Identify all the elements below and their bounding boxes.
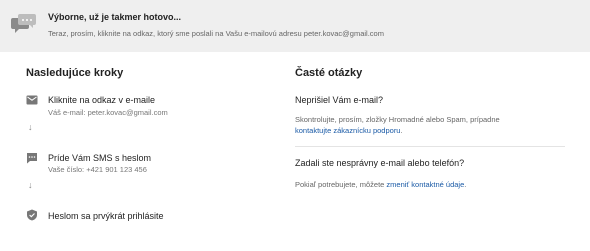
sms-icon — [27, 153, 37, 164]
shield-check-icon — [27, 209, 37, 221]
faq-divider — [295, 146, 565, 147]
step-arrow-down-icon: ↓ — [28, 180, 33, 190]
change-contact-details-link[interactable]: zmeniť kontaktné údaje — [386, 180, 464, 189]
confirmation-banner: Výborne, už je takmer hotovo... Teraz, p… — [0, 0, 590, 52]
step-2-subtitle: Vaše číslo: +421 901 123 456 — [48, 165, 147, 174]
step-3-title: Heslom sa prvýkrát prihlásite — [48, 211, 164, 221]
contact-support-link[interactable]: kontaktujte zákaznícku podporu — [295, 126, 400, 135]
faq-heading: Časté otázky — [295, 67, 363, 79]
faq-answer-2: Pokiaľ potrebujete, môžete zmeniť kontak… — [295, 180, 466, 189]
faq-answer-1-period: . — [400, 126, 403, 135]
next-steps-heading: Nasledujúce kroky — [26, 67, 124, 79]
banner-title: Výborne, už je takmer hotovo... — [48, 12, 182, 22]
faq-answer-1-line2: kontaktujte zákaznícku podporu. — [295, 126, 403, 135]
email-icon — [26, 95, 38, 105]
banner-text: Teraz, prosím, kliknite na odkaz, ktorý … — [48, 29, 384, 38]
step-1-subtitle: Váš e-mail: peter.kovac@gmail.com — [48, 108, 168, 117]
faq-question-2: Zadali ste nesprávny e-mail alebo telefó… — [295, 158, 465, 168]
step-arrow-down-icon: ↓ — [28, 122, 33, 132]
faq-answer-1-text: Skontrolujte, prosím, zložky Hromadné al… — [295, 115, 500, 124]
step-1-title: Kliknite na odkaz v e-maile — [48, 95, 156, 105]
faq-question-1: Neprišiel Vám e-mail? — [295, 95, 384, 105]
faq-answer-2-period: . — [464, 180, 467, 189]
step-2-title: Príde Vám SMS s heslom — [48, 153, 152, 163]
chat-bubbles-icon — [11, 14, 36, 33]
faq-answer-2-text: Pokiaľ potrebujete, môžete — [295, 180, 387, 189]
